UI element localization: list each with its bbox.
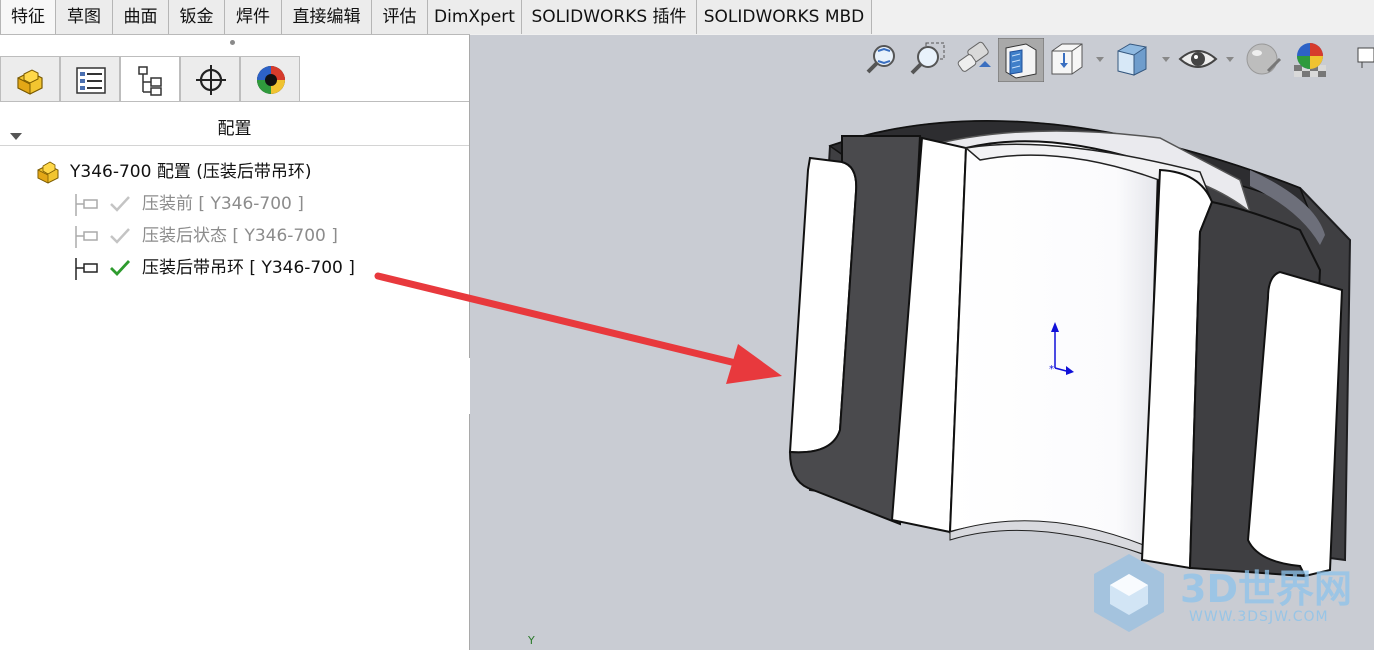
active-check-icon [110,260,131,277]
tab-sheet-metal[interactable]: 钣金 [169,0,225,34]
hide-show-items-icon[interactable] [1178,41,1240,77]
check-icon [110,196,130,212]
apply-scene-icon[interactable] [1290,39,1330,79]
crosshair-icon [196,65,226,95]
tab-divider [0,101,469,102]
model-3d-bushing[interactable]: * [780,100,1360,580]
triad-y-label: Y [528,634,535,647]
tab-surfaces[interactable]: 曲面 [113,0,169,34]
config-node-icon [75,226,98,248]
watermark-title: 3D世界网 [1180,567,1352,611]
tree-root-config[interactable]: Y346-700 配置 (压装后带吊环) [36,160,456,184]
command-manager-tabs: 特征 草图 曲面 钣金 焊件 直接编辑 评估 DimXpert SOLIDWOR… [0,0,1374,35]
check-icon [110,228,130,244]
collapse-caret-icon[interactable] [10,133,22,140]
display-manager-tab[interactable] [240,56,300,101]
config-node-icon [75,258,98,280]
property-manager-tab[interactable] [60,56,120,101]
tab-solidworks-addins[interactable]: SOLIDWORKS 插件 [522,0,697,34]
panel-title: 配置 [217,119,252,139]
part-icon [17,69,43,95]
zoom-to-fit-icon[interactable] [864,41,900,77]
tab-dimxpert[interactable]: DimXpert [428,0,522,34]
config-item-label: 压装后状态 [ Y346-700 ] [142,226,338,246]
svg-text:*: * [1049,364,1054,375]
tab-direct-editing[interactable]: 直接编辑 [282,0,372,34]
config-item-label: 压装前 [ Y346-700 ] [142,194,304,214]
view-orientation-icon[interactable] [1048,41,1108,77]
config-node-icon [75,194,98,216]
tab-weldments[interactable]: 焊件 [225,0,282,34]
display-style-icon[interactable] [1114,41,1174,77]
configuration-manager-tab[interactable] [120,56,180,101]
dimxpert-manager-tab[interactable] [180,56,240,101]
zoom-to-area-icon[interactable] [908,41,946,77]
tab-features[interactable]: 特征 [0,0,56,34]
tab-solidworks-mbd[interactable]: SOLIDWORKS MBD [697,0,872,34]
configuration-icon [138,66,162,96]
tab-evaluate[interactable]: 评估 [372,0,428,34]
watermark-url: WWW.3DSJW.COM [1189,609,1329,625]
title-divider [0,145,469,146]
watermark-cube-logo [1094,554,1164,632]
property-list-icon [76,67,106,94]
section-view-icon[interactable] [998,38,1044,82]
annotation-arrow [374,272,782,384]
edit-appearance-icon[interactable] [1244,41,1286,77]
config-item-after-press[interactable]: 压装后状态 [ Y346-700 ] [72,224,462,248]
config-item-label: 压装后带吊环 [ Y346-700 ] [142,258,355,278]
view-settings-icon[interactable] [1356,44,1374,76]
feature-manager-tab[interactable] [0,56,60,101]
config-item-before-press[interactable]: 压装前 [ Y346-700 ] [72,192,462,216]
pane-grip[interactable] [230,40,235,45]
previous-view-icon[interactable] [955,41,995,77]
appearance-sphere-icon [257,66,285,94]
tab-sketch[interactable]: 草图 [56,0,113,34]
assembly-part-icon [37,161,59,184]
tree-root-label: Y346-700 配置 (压装后带吊环) [70,162,312,182]
